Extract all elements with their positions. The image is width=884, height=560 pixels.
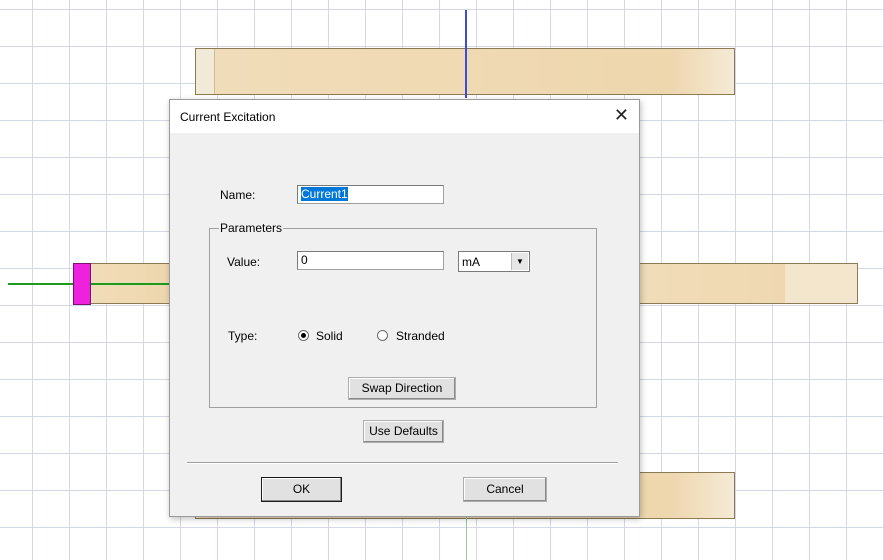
cancel-button[interactable]: Cancel bbox=[463, 477, 547, 502]
value-field[interactable]: 0 bbox=[297, 251, 444, 270]
type-solid-label[interactable]: Solid bbox=[316, 329, 343, 343]
dialog-title: Current Excitation bbox=[180, 110, 276, 124]
axis-vertical-line bbox=[465, 10, 467, 98]
unit-select[interactable]: mA ▼ bbox=[458, 251, 530, 272]
swap-direction-button[interactable]: Swap Direction bbox=[348, 377, 456, 400]
type-stranded-radio[interactable] bbox=[377, 330, 388, 341]
ok-button[interactable]: OK bbox=[261, 477, 342, 502]
use-defaults-button[interactable]: Use Defaults bbox=[363, 420, 444, 443]
chevron-down-icon[interactable]: ▼ bbox=[511, 253, 528, 270]
current-excitation-dialog: Current Excitation ✕ Name: Current1 Para… bbox=[169, 99, 640, 517]
unit-select-value: mA bbox=[462, 255, 480, 269]
value-label: Value: bbox=[227, 255, 261, 269]
coil-middle-right-rect bbox=[630, 263, 858, 304]
axis-vertical-lower-line bbox=[466, 517, 467, 560]
dialog-separator bbox=[187, 462, 618, 464]
terminal-selection[interactable] bbox=[73, 263, 91, 305]
dialog-titlebar[interactable]: Current Excitation ✕ bbox=[170, 100, 639, 133]
value-field-text: 0 bbox=[301, 253, 308, 267]
name-field-value: Current1 bbox=[301, 187, 348, 201]
name-label: Name: bbox=[220, 188, 256, 202]
type-label: Type: bbox=[228, 329, 258, 343]
name-field[interactable]: Current1 bbox=[297, 185, 444, 204]
close-icon[interactable]: ✕ bbox=[614, 105, 629, 126]
type-solid-radio[interactable] bbox=[298, 330, 309, 341]
parameters-group-label: Parameters bbox=[219, 221, 284, 235]
axis-horizontal-line bbox=[8, 283, 178, 285]
type-stranded-label[interactable]: Stranded bbox=[396, 329, 445, 343]
